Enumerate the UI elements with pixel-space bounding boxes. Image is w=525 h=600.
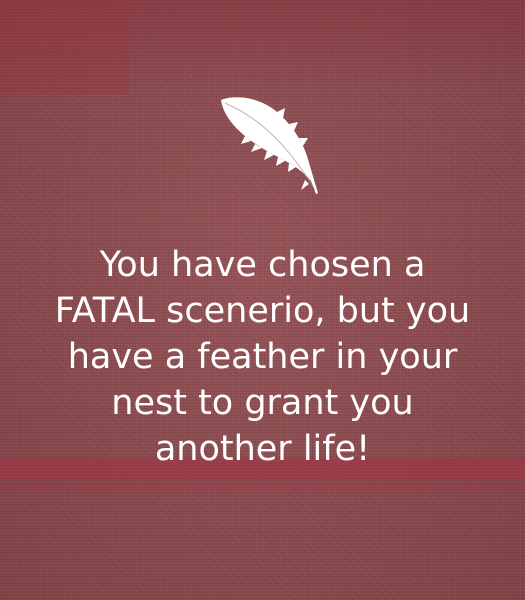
top-left-fabric-block	[0, 0, 130, 95]
bottom-fabric-band-secondary	[0, 482, 525, 492]
message-card: You have chosen a FATAL scenerio, but yo…	[0, 0, 525, 600]
fatal-scenario-message: You have chosen a FATAL scenerio, but yo…	[54, 245, 471, 469]
feather-icon	[221, 97, 318, 194]
